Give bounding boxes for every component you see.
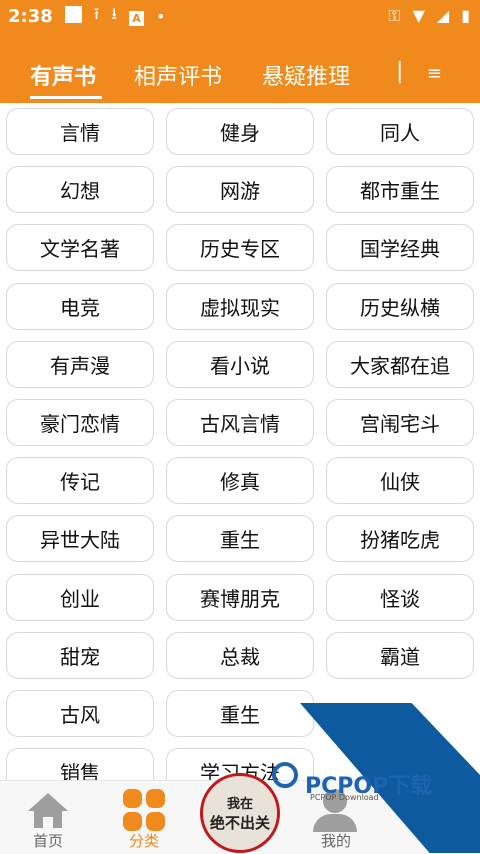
tab-next-partial[interactable]: | xyxy=(396,59,403,84)
nav-home-label: 首页 xyxy=(32,832,63,850)
app-a-icon: A xyxy=(129,7,144,26)
category-item[interactable]: 国学经典 xyxy=(326,224,474,271)
category-item[interactable]: 创业 xyxy=(6,574,154,621)
category-item[interactable]: 总裁 xyxy=(166,632,314,679)
category-item[interactable]: 扮猪吃虎 xyxy=(326,515,474,562)
category-item[interactable]: 销售 xyxy=(6,748,154,780)
tab-crosstalk[interactable]: 相声评书 xyxy=(134,59,222,91)
category-item[interactable]: 网游 xyxy=(166,166,314,213)
category-item[interactable]: 修真 xyxy=(166,457,314,504)
badge-line-2: 绝不出关 xyxy=(209,814,270,832)
notification-square-icon xyxy=(64,6,82,27)
active-tab-indicator xyxy=(30,96,102,99)
download-icon: ⭳ xyxy=(111,4,117,23)
nav-category[interactable]: 分类 xyxy=(96,781,192,854)
category-item[interactable]: 重生 xyxy=(166,515,314,562)
status-bar: 2:38 ⭱ ⭳ A • ⚿ ▼ ◢ ▮ xyxy=(0,0,480,33)
category-item[interactable]: 历史专区 xyxy=(166,224,314,271)
category-icon xyxy=(123,789,165,831)
category-item[interactable]: 甜宠 xyxy=(6,632,154,679)
category-item[interactable]: 重生 xyxy=(166,690,314,737)
category-item[interactable]: 都市重生 xyxy=(326,166,474,213)
category-item[interactable]: 宫闱宅斗 xyxy=(326,399,474,446)
category-item[interactable]: 历史纵横 xyxy=(326,283,474,330)
category-item[interactable]: 大家都在追 xyxy=(326,341,474,388)
category-item[interactable]: 虚拟现实 xyxy=(166,283,314,330)
menu-icon[interactable]: ≡ xyxy=(427,63,442,84)
category-item[interactable]: 怪谈 xyxy=(326,574,474,621)
category-tab-bar: 有声书 相声评书 悬疑推理 | ≡ xyxy=(0,33,480,103)
category-item[interactable]: 言情 xyxy=(6,108,154,155)
status-time: 2:38 xyxy=(8,6,53,27)
nav-profile-label: 我的 xyxy=(320,832,351,850)
category-item[interactable]: 仙侠 xyxy=(326,457,474,504)
category-item[interactable]: 幻想 xyxy=(6,166,154,213)
upload-icon: ⭱ xyxy=(93,4,100,23)
category-grid: 言情 健身 同人幻想 网游 都市重生文学名著 历史专区 国学经典电竞 虚拟现实 历史纵横有声漫看… xyxy=(0,103,480,780)
badge-line-1: 我在 xyxy=(226,797,253,812)
category-item[interactable]: 豪门恋情 xyxy=(6,399,154,446)
key-icon: ⚿ xyxy=(388,6,401,25)
tab-audiobook[interactable]: 有声书 xyxy=(30,59,96,91)
category-item[interactable]: 霸道 xyxy=(326,632,474,679)
nav-category-label: 分类 xyxy=(128,832,159,850)
category-item[interactable]: 传记 xyxy=(6,457,154,504)
category-item[interactable]: 看小说 xyxy=(166,341,314,388)
battery-icon: ▮ xyxy=(461,6,470,25)
tab-mystery[interactable]: 悬疑推理 xyxy=(262,59,350,91)
dot-icon: • xyxy=(156,7,166,26)
signal-icon: ◢ xyxy=(436,6,450,25)
category-item[interactable]: 古风 xyxy=(6,690,154,737)
category-item[interactable]: 古风言情 xyxy=(166,399,314,446)
category-item[interactable]: 赛博朋克 xyxy=(166,574,314,621)
featured-book-badge[interactable]: 我在 绝不出关 xyxy=(200,773,280,853)
category-item[interactable]: 文学名著 xyxy=(6,224,154,271)
category-item[interactable]: 有声漫 xyxy=(6,341,154,388)
nav-home[interactable]: 首页 xyxy=(0,781,96,854)
category-item[interactable]: 同人 xyxy=(326,108,474,155)
category-item[interactable]: 异世大陆 xyxy=(6,515,154,562)
category-item[interactable]: 电竞 xyxy=(6,283,154,330)
watermark-logo-icon xyxy=(272,762,298,788)
watermark-subtext: PCPOP Download xyxy=(310,793,379,802)
wifi-icon: ▼ xyxy=(412,6,425,25)
category-item[interactable]: 健身 xyxy=(166,108,314,155)
